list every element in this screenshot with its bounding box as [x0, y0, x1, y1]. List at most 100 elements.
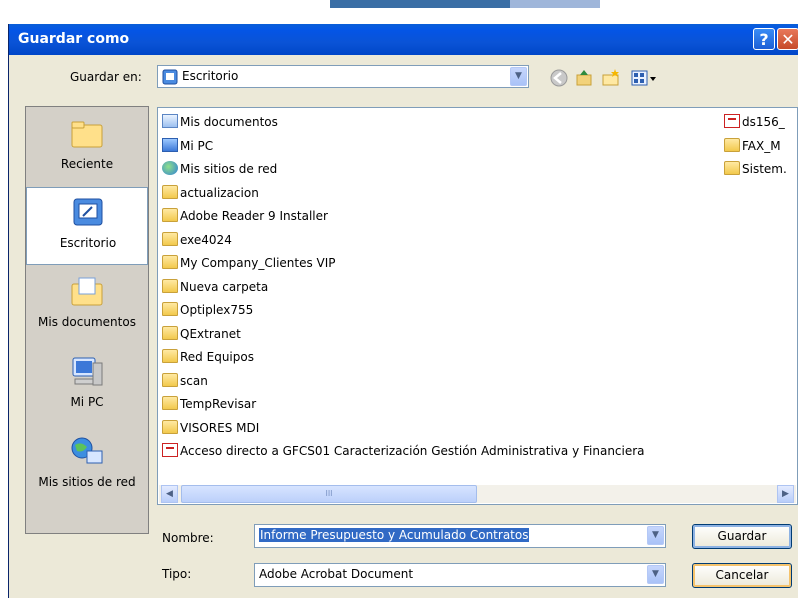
list-item[interactable]: Sistem. — [724, 159, 787, 179]
place-label: Mis documentos — [38, 315, 136, 329]
folder-icon — [162, 325, 178, 340]
list-item-label: Adobe Reader 9 Installer — [180, 209, 328, 223]
file-type-value: Adobe Acrobat Document — [259, 567, 414, 581]
list-item[interactable]: ds156_ — [724, 112, 785, 132]
list-item[interactable]: My Company_Clientes VIP — [162, 253, 336, 273]
list-item-label: exe4024 — [180, 232, 232, 247]
folder-icon — [162, 278, 178, 293]
folder-icon — [162, 419, 178, 434]
place-my-computer[interactable]: Mi PC — [26, 347, 148, 425]
desktop-small-icon — [162, 69, 178, 85]
list-item[interactable]: Mis documentos — [162, 112, 278, 132]
place-label: Mi PC — [70, 395, 104, 409]
place-label: Mis sitios de red — [38, 475, 136, 489]
folder-icon — [162, 302, 178, 316]
place-my-documents[interactable]: Mis documentos — [26, 267, 148, 345]
new-folder-icon[interactable] — [601, 68, 621, 88]
list-item[interactable]: exe4024 — [162, 230, 232, 250]
cancel-button[interactable]: Cancelar — [692, 563, 792, 588]
desktop-icon — [73, 198, 103, 226]
list-item[interactable]: Acceso directo a GFCS01 Caracterización … — [162, 441, 645, 461]
list-item[interactable]: TempRevisar — [162, 394, 256, 414]
folder-icon — [724, 137, 740, 152]
list-item-label: Mis sitios de red — [180, 162, 278, 176]
folder-icon — [162, 349, 178, 363]
scroll-thumb[interactable]: III — [181, 485, 477, 503]
list-item[interactable]: Mis sitios de red — [162, 159, 277, 179]
file-type-combo[interactable]: Adobe Acrobat Document ▼ — [254, 563, 666, 587]
places-bar: Reciente Escritorio Mis documentos Mi PC — [25, 106, 149, 534]
list-item-label: Mis documentos — [180, 115, 278, 129]
list-item-label: TempRevisar — [180, 397, 257, 411]
window-title: Guardar como — [18, 31, 130, 47]
save-in-value: Escritorio — [182, 69, 239, 83]
list-item-label: scan — [180, 373, 208, 388]
list-item[interactable]: Nueva carpeta — [162, 277, 268, 297]
place-desktop[interactable]: Escritorio — [26, 187, 148, 265]
save-in-label: Guardar en: — [70, 70, 142, 84]
list-item-label: My Company_Clientes VIP — [180, 256, 336, 270]
pdf-icon — [162, 443, 178, 457]
doc-icon — [162, 114, 178, 128]
recent-folder-icon — [71, 121, 103, 148]
title-bar[interactable]: Guardar como ? ✕ — [9, 24, 798, 55]
my-computer-icon — [72, 357, 103, 386]
list-item-label: Mi PC — [180, 138, 214, 153]
list-item[interactable]: Optiplex755 — [162, 300, 253, 320]
list-item-label: Red Equipos — [180, 350, 254, 364]
chevron-down-icon[interactable]: ▼ — [647, 526, 664, 545]
background-window-strip-light — [510, 0, 600, 8]
list-item[interactable]: Mi PC — [162, 136, 213, 156]
pc-icon — [162, 137, 178, 152]
list-item[interactable]: scan — [162, 371, 208, 391]
file-type-label: Tipo: — [162, 567, 192, 581]
list-item-label: ds156_ — [742, 115, 785, 129]
file-name-combo[interactable]: Informe Presupuesto y Acumulado Contrato… — [254, 524, 666, 548]
close-button[interactable]: ✕ — [777, 28, 798, 50]
folder-icon — [162, 396, 178, 410]
net-icon — [162, 161, 178, 175]
folder-icon — [724, 161, 740, 175]
folder-icon — [162, 231, 178, 246]
background-window — [0, 0, 798, 20]
pdf-icon — [724, 114, 740, 128]
scroll-left-icon[interactable]: ◀ — [161, 485, 178, 503]
folder-icon — [162, 184, 178, 199]
place-network[interactable]: Mis sitios de red — [26, 427, 148, 505]
save-button[interactable]: Guardar — [692, 524, 792, 549]
list-item-label: actualizacion — [180, 185, 259, 200]
list-item-label: FAX_M — [742, 138, 781, 153]
list-item[interactable]: VISORES MDI — [162, 418, 259, 438]
file-list[interactable]: Mis documentos Mi PC Mis sitios de red actu… — [157, 107, 798, 505]
place-recent[interactable]: Reciente — [26, 109, 148, 187]
list-item-label: QExtranet — [180, 326, 241, 341]
view-menu-icon[interactable] — [631, 68, 657, 88]
file-name-input[interactable]: Informe Presupuesto y Acumulado Contrato… — [259, 528, 530, 542]
list-item-label: Sistem. — [742, 162, 787, 176]
help-button[interactable]: ? — [753, 28, 775, 50]
file-name-label: Nombre: — [162, 531, 214, 545]
chevron-down-icon[interactable]: ▼ — [647, 565, 664, 584]
list-item-label: VISORES MDI — [180, 420, 260, 435]
place-label: Reciente — [60, 157, 114, 171]
list-item[interactable]: QExtranet — [162, 324, 241, 344]
list-item[interactable]: actualizacion — [162, 183, 259, 203]
horizontal-scrollbar[interactable]: ◀ III ▶ — [159, 485, 796, 503]
scroll-right-icon[interactable]: ▶ — [777, 485, 794, 503]
place-label: Escritorio — [59, 236, 117, 250]
list-item-label: Acceso directo a GFCS01 Caracterización … — [180, 444, 645, 458]
folder-icon — [162, 372, 178, 387]
network-places-icon — [71, 437, 103, 464]
list-item-label: Nueva carpeta — [180, 279, 269, 294]
chevron-down-icon[interactable]: ▼ — [510, 67, 527, 86]
back-arrow-icon[interactable] — [549, 68, 569, 88]
list-item-label: Optiplex755 — [180, 303, 254, 317]
list-item[interactable]: Adobe Reader 9 Installer — [162, 206, 328, 226]
up-folder-icon[interactable] — [574, 68, 594, 88]
list-item[interactable]: Red Equipos — [162, 347, 254, 367]
save-in-combo[interactable]: Escritorio ▼ — [157, 65, 529, 88]
folder-icon — [162, 255, 178, 269]
my-documents-icon — [71, 277, 103, 306]
list-item[interactable]: FAX_M — [724, 136, 781, 156]
folder-icon — [162, 208, 178, 222]
